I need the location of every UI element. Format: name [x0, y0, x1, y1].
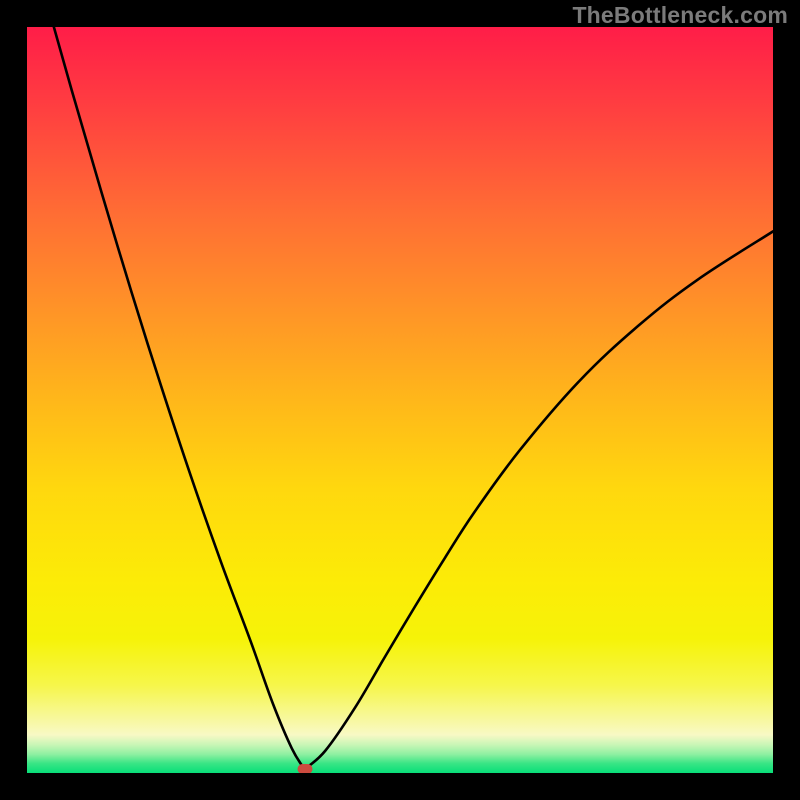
curve-left	[54, 27, 305, 769]
watermark-text: TheBottleneck.com	[572, 2, 788, 29]
chart-frame: TheBottleneck.com	[0, 0, 800, 800]
optimum-marker	[297, 764, 312, 773]
curve-layer	[27, 27, 773, 773]
curve-right	[305, 231, 773, 769]
plot-area	[27, 27, 773, 773]
